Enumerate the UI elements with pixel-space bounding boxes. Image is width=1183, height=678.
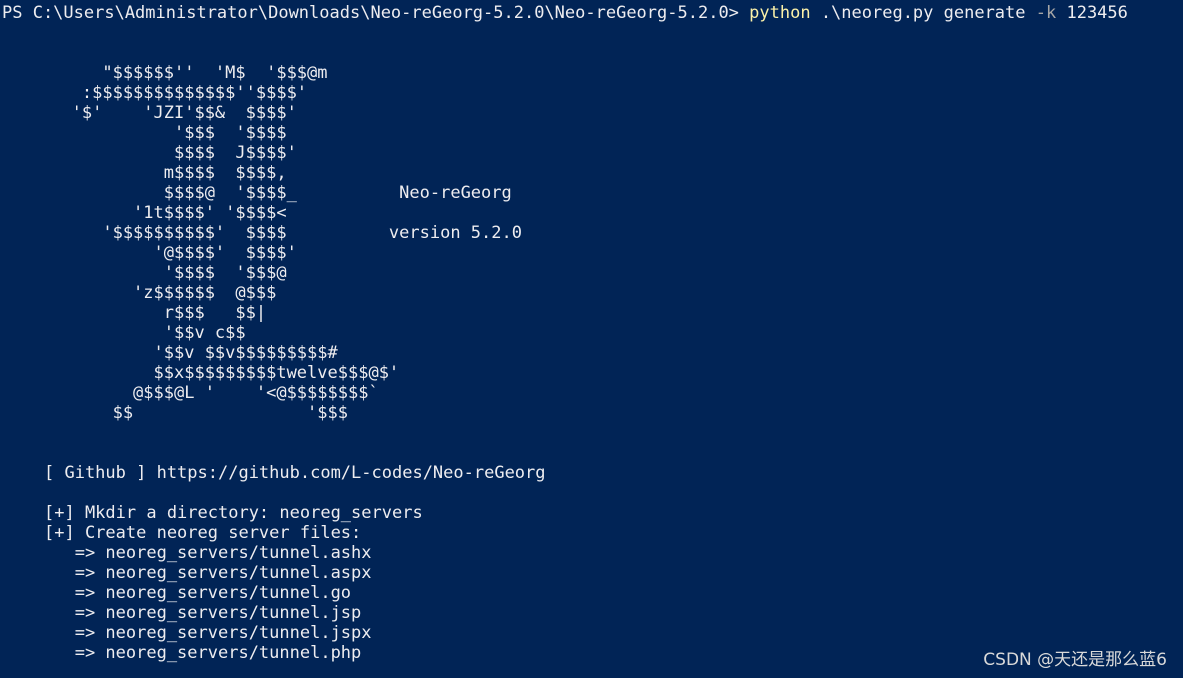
banner-line: '1t$$$$' '$$$$< (0, 203, 287, 223)
output-file-line: => neoreg_servers/tunnel.go (44, 583, 352, 603)
command-script: .\neoreg.py generate (810, 3, 1036, 23)
command-value: 123456 (1056, 3, 1128, 23)
banner-line: '$' 'JZI'$$& $$$$' (0, 103, 297, 123)
banner-line-version: '$$$$$$$$$$' $$$$ version 5.2.0 (0, 223, 522, 243)
output-file-line: => neoreg_servers/tunnel.ashx (44, 543, 372, 563)
banner-line: '$$v c$$ (0, 323, 246, 343)
powershell-terminal[interactable]: PS C:\Users\Administrator\Downloads\Neo-… (0, 0, 1183, 678)
banner-line: 'z$$$$$$ @$$$ (0, 283, 277, 303)
output-file-line: => neoreg_servers/tunnel.jspx (44, 623, 372, 643)
banner-line: "$$$$$$'' 'M$ '$$$@m (0, 63, 328, 83)
mkdir-line: [+] Mkdir a directory: neoreg_servers (44, 503, 423, 523)
output-file-line: => neoreg_servers/tunnel.jsp (44, 603, 362, 623)
banner-line: '@$$$$' $$$$' (0, 243, 297, 263)
banner-line-title: $$$$@ '$$$$_ Neo-reGeorg (0, 183, 512, 203)
banner-line: '$$$$ '$$$@ (0, 263, 287, 283)
command-executable: python (749, 3, 811, 23)
prompt-path: PS C:\Users\Administrator\Downloads\Neo-… (2, 3, 750, 23)
command-flag: -k (1035, 3, 1057, 23)
banner-line: $$x$$$$$$$$$twelve$$$@$' (0, 363, 400, 383)
banner-line: :$$$$$$$$$$$$$$''$$$$' (0, 83, 308, 103)
banner-line: '$$v $$v$$$$$$$$$# (0, 343, 338, 363)
csdn-watermark: CSDN @天还是那么蓝6 (983, 650, 1167, 670)
create-files-line: [+] Create neoreg server files: (44, 523, 362, 543)
banner-line: $$ '$$$ (0, 403, 348, 423)
output-file-line: => neoreg_servers/tunnel.aspx (44, 563, 372, 583)
banner-line: '$$$ '$$$$ (0, 123, 287, 143)
github-line: [ Github ] https://github.com/L-codes/Ne… (44, 463, 546, 483)
banner-line: m$$$$ $$$$, (0, 163, 287, 183)
banner-line: @$$$@L ' '<@$$$$$$$$` (0, 383, 379, 403)
banner-line: $$$$ J$$$$' (0, 143, 297, 163)
command-line: PS C:\Users\Administrator\Downloads\Neo-… (2, 3, 1128, 23)
output-file-line: => neoreg_servers/tunnel.php (44, 643, 362, 663)
banner-line: r$$$ $$| (0, 303, 267, 323)
